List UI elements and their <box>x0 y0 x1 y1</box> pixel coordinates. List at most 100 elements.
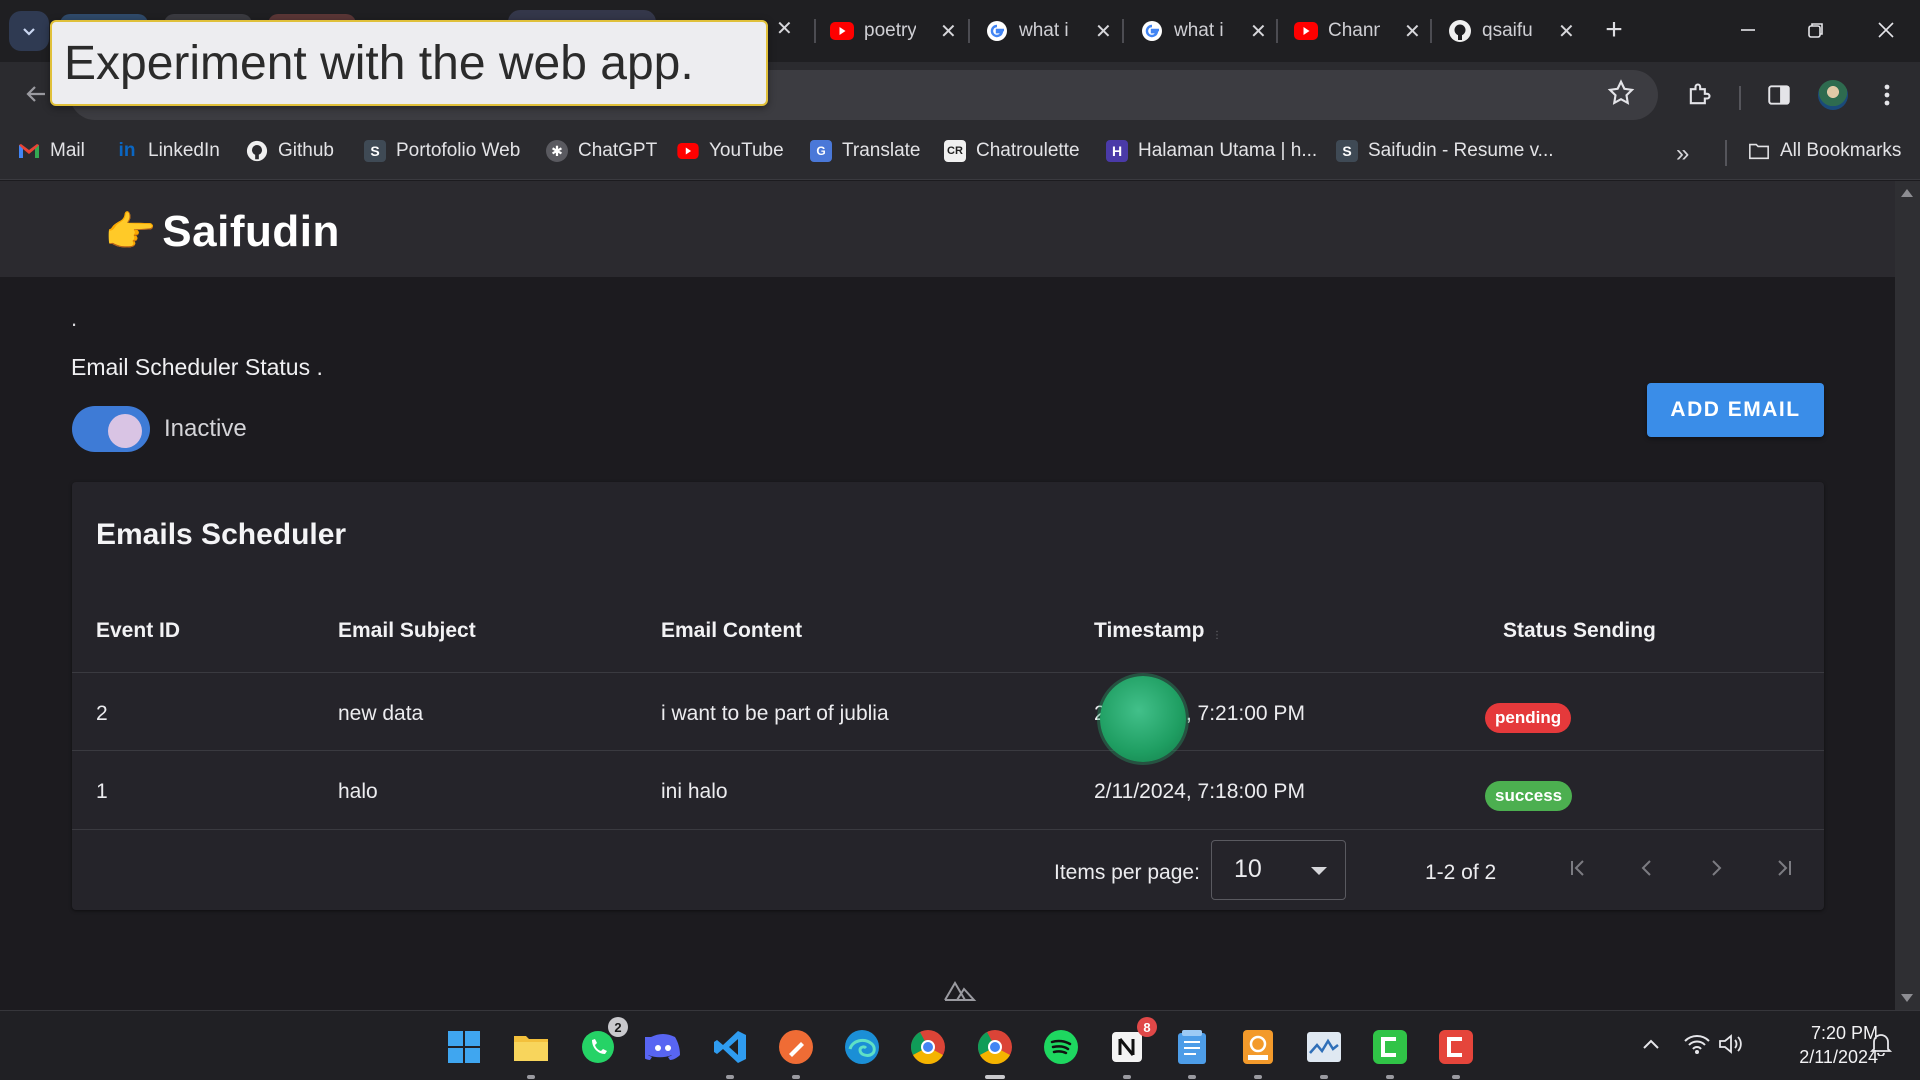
bookmark-translate[interactable]: G Translate <box>810 140 921 162</box>
first-page-icon <box>1571 860 1584 876</box>
items-per-page-select[interactable]: 10 <box>1211 840 1346 900</box>
new-tab-button[interactable]: + <box>1598 13 1630 46</box>
running-indicator <box>1123 1075 1131 1079</box>
bookmark-resume[interactable]: S Saifudin - Resume v... <box>1336 140 1554 162</box>
close-icon[interactable]: ✕ <box>1558 19 1575 44</box>
column-header-status-sending[interactable]: Status Sending <box>1503 619 1656 643</box>
bookmark-portfolio[interactable]: S Portofolio Web <box>364 140 520 162</box>
bookmark-github[interactable]: Github <box>246 140 334 162</box>
brand-name: Saifudin <box>162 207 340 256</box>
close-icon[interactable]: ✕ <box>776 16 793 41</box>
close-icon <box>1878 22 1894 38</box>
running-indicator <box>726 1075 734 1079</box>
first-page-button[interactable] <box>1558 848 1598 888</box>
bookmark-label: Saifudin - Resume v... <box>1368 140 1554 161</box>
column-header-timestamp[interactable]: Timestamp <box>1094 619 1205 643</box>
extensions-icon[interactable] <box>1680 76 1718 114</box>
close-icon[interactable]: ✕ <box>1095 19 1112 44</box>
row-divider <box>72 750 1824 751</box>
nuxt-logo-icon <box>944 981 977 1001</box>
cell-email-content: ini halo <box>661 780 728 803</box>
bookmark-linkedin[interactable]: in LinkedIn <box>116 140 220 162</box>
bookmark-label: Chatroulette <box>976 140 1080 161</box>
notion-icon[interactable]: 8 <box>1107 1017 1157 1079</box>
folder-icon <box>1748 140 1770 162</box>
pdf-reader-icon[interactable] <box>1238 1027 1278 1079</box>
system-monitor-icon[interactable] <box>1304 1027 1344 1079</box>
close-icon[interactable]: ✕ <box>1404 19 1421 44</box>
toggle-knob <box>108 414 142 448</box>
notification-badge: 8 <box>1137 1017 1157 1037</box>
tab-channel[interactable]: Channel ✕ <box>1284 12 1431 50</box>
bookmarks-overflow-button[interactable]: » <box>1676 140 1689 168</box>
camtasia-green-icon[interactable] <box>1370 1027 1410 1079</box>
tab-separator <box>1276 19 1278 43</box>
restore-button[interactable] <box>1796 12 1836 48</box>
clock-time: 7:20 PM <box>1810 1023 1878 1043</box>
running-indicator <box>1188 1075 1196 1079</box>
more-menu-icon[interactable] <box>1868 76 1906 114</box>
cell-email-content: i want to be part of jublia <box>661 702 889 725</box>
pagination-range: 1-2 of 2 <box>1425 861 1497 884</box>
whatsapp-icon[interactable]: 2 <box>578 1017 628 1067</box>
edge-icon[interactable] <box>842 1027 882 1067</box>
close-window-button[interactable] <box>1866 12 1906 48</box>
close-icon[interactable]: ✕ <box>940 19 957 44</box>
start-button[interactable] <box>444 1027 484 1067</box>
app-header: 👉 Saifudin <box>0 181 1895 277</box>
system-clock[interactable]: 7:20 PM 2/11/2024 <box>1768 1021 1878 1069</box>
dot-text: . <box>71 306 78 331</box>
bookmark-chatgpt[interactable]: ✱ ChatGPT <box>546 140 657 162</box>
tab-what-i-1[interactable]: what i ✕ <box>975 12 1122 50</box>
minimize-button[interactable] <box>1728 12 1768 48</box>
scroll-up-arrow[interactable] <box>1901 189 1913 197</box>
sort-icon[interactable]: ⋮ <box>1212 630 1222 641</box>
scheduler-toggle[interactable] <box>72 406 150 452</box>
bookmark-chatroulette[interactable]: CR Chatroulette <box>944 140 1080 162</box>
side-panel-icon[interactable] <box>1760 76 1798 114</box>
brand-logo[interactable]: 👉 Saifudin <box>104 207 340 257</box>
all-bookmarks-label: All Bookmarks <box>1780 140 1902 161</box>
notification-bell-icon[interactable] <box>1866 1029 1896 1059</box>
chatgpt-icon: ✱ <box>546 140 568 162</box>
tab-poetry[interactable]: poetry ✕ <box>820 12 967 50</box>
next-page-button[interactable] <box>1696 848 1736 888</box>
cell-event-id: 2 <box>96 702 108 725</box>
column-header-event-id[interactable]: Event ID <box>96 619 180 643</box>
profile-avatar[interactable] <box>1814 76 1852 114</box>
notepad-icon[interactable] <box>1172 1027 1212 1079</box>
add-email-button[interactable]: ADD EMAIL <box>1647 383 1824 437</box>
tab-search-button[interactable] <box>9 11 49 51</box>
file-explorer-icon[interactable] <box>511 1027 551 1079</box>
bookmark-halaman-utama[interactable]: H Halaman Utama | h... <box>1106 140 1317 162</box>
discord-icon[interactable] <box>643 1027 683 1067</box>
column-header-email-content[interactable]: Email Content <box>661 619 802 643</box>
linkedin-icon: in <box>118 140 136 161</box>
page-scrollbar[interactable] <box>1895 181 1920 1010</box>
tab-github[interactable]: qsaifu ✕ <box>1438 12 1585 50</box>
postman-icon[interactable] <box>776 1027 816 1079</box>
all-bookmarks-button[interactable]: All Bookmarks <box>1748 140 1901 162</box>
tab-title: what i <box>1174 20 1224 41</box>
tab-what-i-2[interactable]: what i ✕ <box>1130 12 1277 50</box>
spotify-icon[interactable] <box>1041 1027 1081 1067</box>
caret-down-icon <box>1311 867 1327 875</box>
bookmarks-bar: Mail in LinkedIn Github S Portofolio Web… <box>0 128 1920 180</box>
volume-icon[interactable] <box>1716 1029 1746 1059</box>
chevron-up-icon[interactable] <box>1636 1029 1666 1059</box>
column-header-email-subject[interactable]: Email Subject <box>338 619 476 643</box>
scroll-down-arrow[interactable] <box>1901 994 1913 1002</box>
wifi-icon[interactable] <box>1682 1029 1712 1059</box>
last-page-button[interactable] <box>1764 848 1804 888</box>
toolbar-separator <box>1739 86 1741 110</box>
chrome-icon[interactable] <box>908 1027 948 1067</box>
vscode-icon[interactable] <box>710 1027 750 1079</box>
star-icon[interactable] <box>1606 78 1640 112</box>
previous-page-button[interactable] <box>1627 848 1667 888</box>
chrome-active-icon[interactable] <box>975 1027 1015 1079</box>
chatroulette-icon: CR <box>944 140 966 162</box>
close-icon[interactable]: ✕ <box>1250 19 1267 44</box>
bookmark-youtube[interactable]: YouTube <box>677 140 784 162</box>
bookmark-mail[interactable]: Mail <box>18 140 85 162</box>
camtasia-red-icon[interactable] <box>1436 1027 1476 1079</box>
